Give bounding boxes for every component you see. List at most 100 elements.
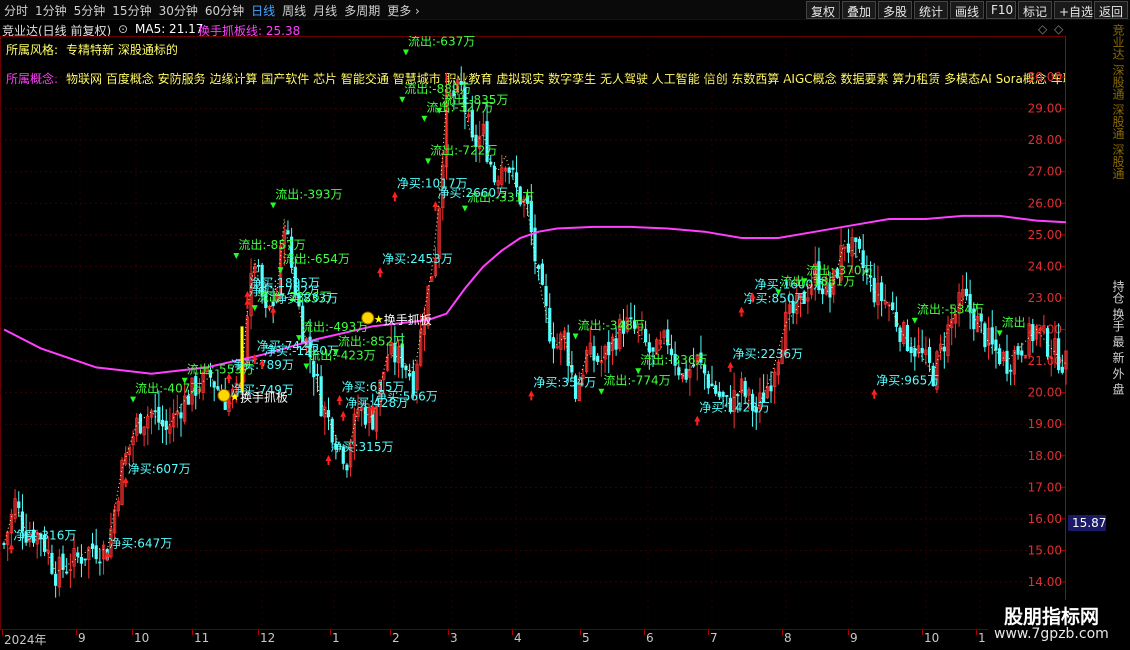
candle-body (725, 395, 729, 397)
candle-body (186, 395, 190, 405)
date-label: 9 (78, 631, 86, 645)
annotation-label: 净买:2236万 (732, 347, 803, 361)
tab-period-10[interactable]: 更多 › (387, 2, 420, 19)
sell-arrow-icon (130, 396, 137, 403)
toolbar-button-2[interactable]: 多股 (878, 1, 912, 19)
[object Object] (0, 36, 306, 359)
date-label: 2024年 (4, 633, 47, 647)
candle-body (315, 374, 320, 376)
tab-period-1[interactable]: 1分钟 (35, 2, 67, 19)
candle-body (872, 277, 876, 303)
[object Object] (0, 36, 185, 374)
toolbar-button-4[interactable]: 画线 (950, 1, 984, 19)
date-label: 1 (332, 631, 340, 645)
date-label: 7 (710, 631, 718, 645)
annotation-label: 净买:566万 (375, 390, 438, 404)
candle-body (492, 166, 497, 183)
annotation-label: 流出:-327万 (426, 101, 493, 115)
buy-arrow-icon (432, 200, 439, 207)
candle-body (721, 391, 725, 397)
candle-body (1009, 369, 1013, 372)
candle-body (942, 346, 946, 352)
candle-body (596, 355, 600, 362)
tab-period-7[interactable]: 周线 (282, 2, 306, 19)
annotation-label: 净买:833万 (275, 292, 338, 306)
date-tick (708, 630, 709, 635)
toolbar-button-3[interactable]: 统计 (914, 1, 948, 19)
candle-body (920, 347, 924, 354)
candle-body (544, 286, 548, 306)
[object Object] (0, 36, 778, 285)
candle-body (345, 464, 349, 471)
candle-body (1016, 346, 1020, 355)
candle-body (684, 368, 688, 380)
candle-body (326, 410, 331, 418)
candle-body (614, 338, 618, 350)
diamond-icon[interactable]: ◇ (1054, 22, 1063, 36)
annotation-label: 净买:315万 (331, 440, 394, 454)
y-tick-label: 27.00 (1028, 165, 1062, 179)
toolbar-button-8[interactable]: 返回 (1094, 1, 1128, 19)
annotation-label: 净买:607万 (128, 462, 191, 476)
chevron-down-icon[interactable]: ⊙ (118, 22, 128, 36)
date-tick (512, 630, 513, 635)
money-bag-icon (217, 388, 231, 402)
candle-body (898, 327, 902, 342)
candle-body (647, 342, 651, 353)
date-label: 4 (514, 631, 522, 645)
annotation-label: 流出:-534万 (917, 303, 984, 317)
y-tick-label: 19.00 (1028, 417, 1062, 431)
tab-period-9[interactable]: 多周期 (344, 2, 380, 19)
sell-arrow-icon (303, 363, 310, 370)
sell-arrow-icon (277, 267, 284, 274)
tab-period-0[interactable]: 分时 (4, 2, 28, 19)
candle-body (160, 419, 165, 427)
date-tick (922, 630, 923, 635)
tab-period-6[interactable]: 日线 (251, 2, 275, 19)
diamond-icon[interactable]: ◇ (1038, 22, 1047, 36)
buy-arrow-icon (391, 191, 398, 198)
candle-body (138, 414, 143, 434)
date-tick (976, 630, 977, 635)
[object Object] (0, 36, 402, 93)
[object Object] (0, 36, 406, 45)
watermark-name: 股朋指标网 (1004, 606, 1100, 628)
candle-body (994, 339, 998, 351)
annotation-label: 流出:-423万 (308, 348, 375, 362)
toolbar-button-0[interactable]: 复权 (806, 1, 840, 19)
watermark-url: www.7gpzb.com (994, 626, 1109, 642)
[object Object] (0, 36, 804, 274)
toolbar-button-6[interactable]: 标记 (1018, 1, 1052, 19)
date-tick (644, 630, 645, 635)
y-tick-label: 14.00 (1028, 575, 1062, 589)
tab-period-8[interactable]: 月线 (313, 2, 337, 19)
[object Object] (0, 36, 255, 301)
annotation-label: 流出:-393万 (275, 188, 342, 202)
candle-body (98, 561, 102, 564)
date-tick (76, 630, 77, 635)
current-price-label: 15.87 (1072, 516, 1106, 530)
tab-period-2[interactable]: 5分钟 (74, 2, 106, 19)
tab-period-4[interactable]: 30分钟 (159, 2, 198, 19)
candle-body (330, 418, 334, 443)
toolbar-button-5[interactable]: F10 (986, 1, 1016, 19)
candle-body (714, 385, 718, 394)
toolbar-button-7[interactable]: +自选 (1054, 1, 1093, 19)
info-bar: 竞业达(日线 前复权) ⊙ MA5: 21.17 换手抓板线: 25.38 ◇ … (0, 21, 1066, 38)
candle-body (666, 329, 670, 346)
candle-body (61, 553, 65, 570)
annotation-label: 净买:2453万 (382, 252, 453, 266)
date-label: 10 (924, 631, 940, 645)
date-axis: 2024年 9 10 11 12 1 2 3 4 5 6 7 8 9 10 1 (0, 630, 1066, 650)
[object Object] (0, 36, 439, 104)
tab-period-3[interactable]: 15分钟 (112, 2, 151, 19)
tab-period-5[interactable]: 60分钟 (205, 2, 244, 19)
y-tick-label: 17.00 (1028, 480, 1062, 494)
y-tick-label: 16.00 (1028, 512, 1062, 526)
toolbar-button-1[interactable]: 叠加 (842, 1, 876, 19)
annotation-label: 流出:-774万 (603, 374, 670, 388)
buy-arrow-icon (340, 410, 347, 417)
sell-arrow-icon (402, 49, 409, 56)
candlestick-chart: 14.00 15.00 16.00 17.00 18.00 19.00 20.00 21.00… (0, 36, 1106, 630)
candle-body (164, 420, 168, 430)
